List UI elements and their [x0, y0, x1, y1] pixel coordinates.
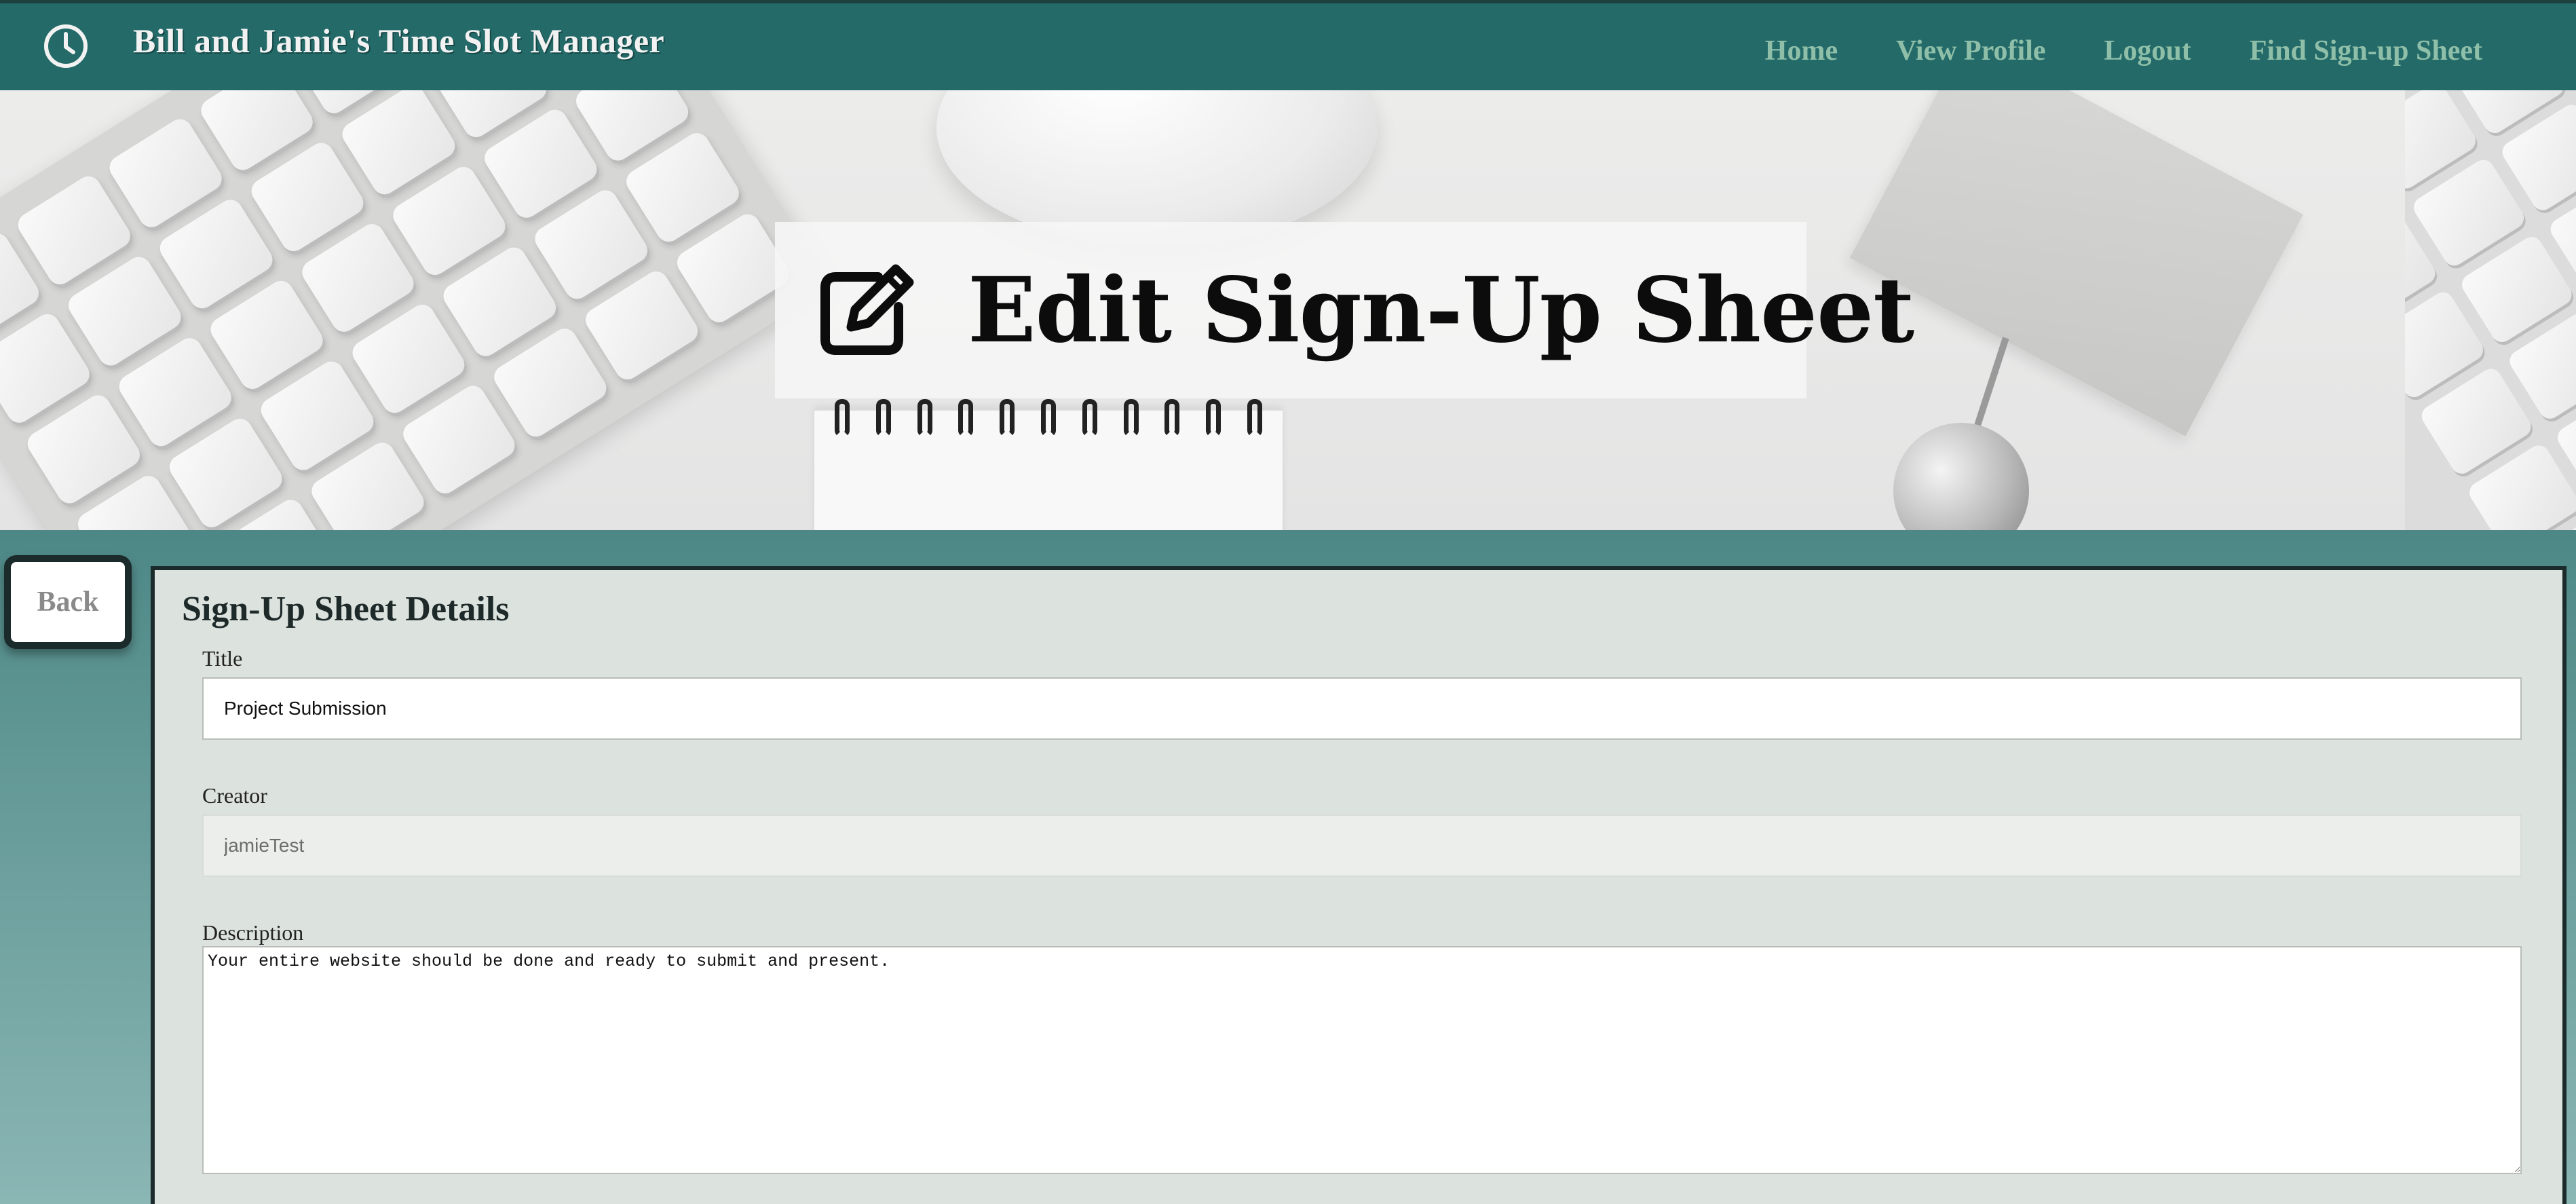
hero-banner: Edit Sign-Up Sheet	[0, 90, 2576, 530]
nav-view-profile-link[interactable]: View Profile	[1896, 35, 2045, 67]
keyboard-image-right	[2405, 90, 2576, 530]
app-brand[interactable]: Bill and Jamie's Time Slot Manager	[133, 21, 664, 60]
nav-home-link[interactable]: Home	[1765, 35, 1838, 67]
page-title: Edit Sign-Up Sheet	[968, 257, 1914, 363]
notebook-spiral-image	[835, 399, 1262, 447]
title-input[interactable]	[202, 677, 2522, 740]
title-label: Title	[202, 646, 243, 671]
hero-title-box: Edit Sign-Up Sheet	[775, 222, 1914, 398]
clock-icon[interactable]	[42, 22, 90, 70]
creator-label: Creator	[202, 783, 267, 808]
back-button[interactable]: Back	[4, 555, 132, 649]
card-image	[1849, 90, 2304, 436]
nav-links: Home View Profile Logout Find Sign-up Sh…	[1765, 35, 2482, 67]
creator-field	[202, 814, 2522, 877]
section-heading: Sign-Up Sheet Details	[182, 590, 510, 628]
edit-icon	[820, 264, 914, 355]
card-holder-base-image	[1893, 423, 2029, 530]
nav-find-sign-up-sheet-link[interactable]: Find Sign-up Sheet	[2250, 35, 2482, 67]
description-textarea[interactable]: Your entire website should be done and r…	[202, 946, 2522, 1174]
top-navbar: Bill and Jamie's Time Slot Manager Home …	[0, 0, 2576, 90]
nav-logout-link[interactable]: Logout	[2104, 35, 2191, 67]
sign-up-sheet-details-panel: Sign-Up Sheet Details Title Creator Desc…	[151, 566, 2566, 1204]
keyboard-image	[0, 90, 831, 530]
description-label: Description	[202, 920, 304, 945]
